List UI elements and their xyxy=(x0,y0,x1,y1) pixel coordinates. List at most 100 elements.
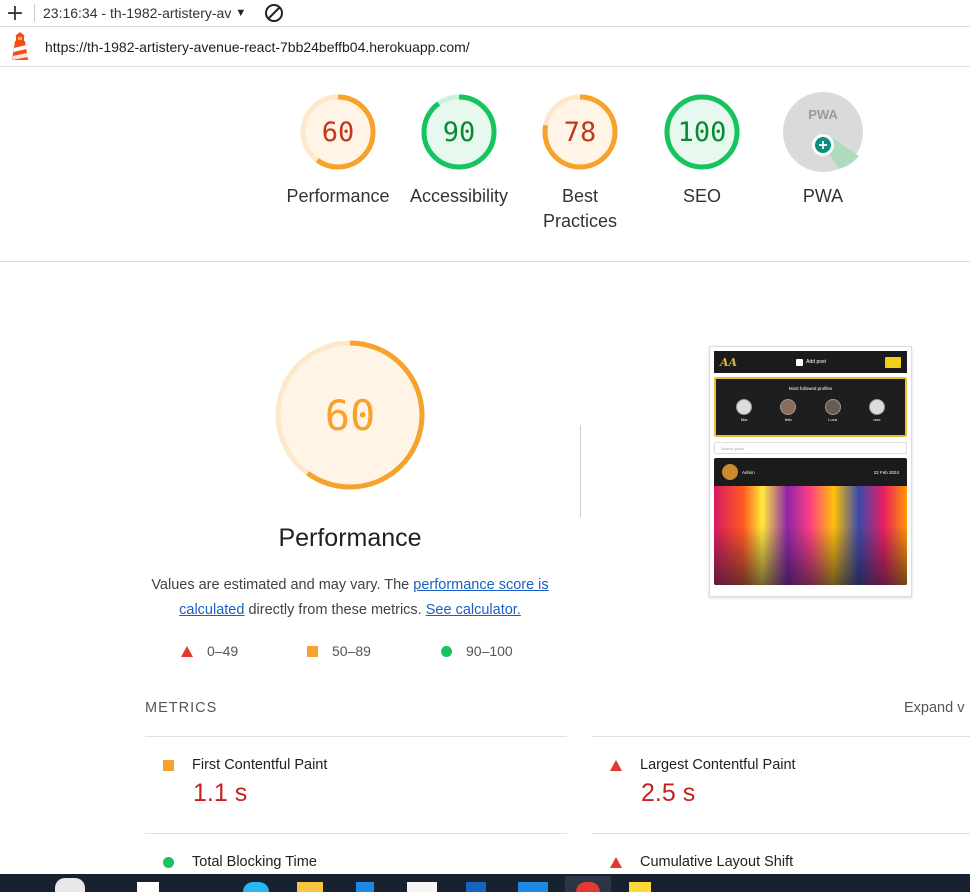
metric-divider xyxy=(592,736,970,737)
thumb-avatar-list: Mia felix Luca uwe xyxy=(716,399,905,422)
thumb-add-post-label: Add post xyxy=(806,359,826,365)
legend-range: 90–100 xyxy=(466,643,513,659)
performance-big-gauge: 60 xyxy=(270,340,430,495)
metric-tbt: Total Blocking Time xyxy=(162,854,317,870)
thumb-search-input: Search posts xyxy=(714,442,907,454)
red-triangle-icon xyxy=(610,856,622,868)
gauge-best-practices[interactable]: 78 Best Practices xyxy=(520,90,640,234)
thumb-post-date: 22 Feb 2024 xyxy=(873,469,899,475)
gauge-label: Accessibility xyxy=(409,186,509,206)
orange-square-icon xyxy=(307,645,318,657)
performance-title: Performance xyxy=(278,524,422,552)
avatar xyxy=(824,399,841,415)
thumb-avatar: Mia xyxy=(736,399,753,422)
final-screenshot-thumbnail[interactable]: AA Add post Most followed profiles Mia f… xyxy=(709,346,912,597)
legend-range: 50–89 xyxy=(332,643,371,659)
gauge-score: 100 xyxy=(677,116,727,148)
thumb-profiles-panel: Most followed profiles Mia felix Luca uw… xyxy=(714,377,907,437)
toolbar-separator xyxy=(34,4,35,22)
gauge-label: PWA xyxy=(802,186,844,206)
thumb-post-card: Admin 22 Feb 2024 xyxy=(714,458,907,585)
metric-name: Largest Contentful Paint xyxy=(640,757,796,773)
orange-square-icon xyxy=(162,759,174,771)
gauge-performance[interactable]: 60 Performance xyxy=(278,90,398,209)
thumb-add-post: Add post xyxy=(796,358,826,366)
report-selector-label: 23:16:34 - th-1982-artistery-av xyxy=(43,5,232,21)
taskbar-app-icon[interactable] xyxy=(297,882,323,892)
metric-name: Cumulative Layout Shift xyxy=(640,854,794,870)
gauge-score: 78 xyxy=(563,116,597,148)
avatar xyxy=(722,464,738,480)
avatar xyxy=(736,399,753,415)
metric-name: Total Blocking Time xyxy=(192,854,317,870)
thumb-avatar-name: felix xyxy=(784,417,792,422)
thumb-avatar-name: uwe xyxy=(873,417,881,422)
thumb-post-username: Admin xyxy=(742,469,755,475)
dropdown-caret-icon: ▼ xyxy=(235,7,247,19)
taskbar-app-icon[interactable] xyxy=(356,882,374,892)
taskbar-app-icon[interactable] xyxy=(576,882,600,892)
see-calculator-link[interactable]: See calculator. xyxy=(426,602,521,618)
taskbar-app-icon[interactable] xyxy=(137,882,159,892)
metric-value: 1.1 s xyxy=(193,779,248,807)
metric-value: 2.5 s xyxy=(641,779,696,807)
description-text: Values are estimated and may vary. The xyxy=(151,577,414,593)
gauge-label: Best Practices xyxy=(542,186,618,231)
thumb-navbar: AA Add post xyxy=(714,351,907,373)
plus-icon xyxy=(796,358,804,366)
metric-cls: Cumulative Layout Shift xyxy=(610,854,793,870)
thumb-profiles-title: Most followed profiles xyxy=(788,386,833,391)
gauge-pwa[interactable]: PWA PWA xyxy=(763,90,883,209)
taskbar-app-icon[interactable] xyxy=(466,882,486,892)
header-divider xyxy=(0,261,970,262)
taskbar-app-icon[interactable] xyxy=(243,882,269,892)
taskbar-app-icon[interactable] xyxy=(407,882,437,892)
green-circle-icon xyxy=(162,856,174,868)
thumb-avatar-name: Luca xyxy=(828,417,837,422)
thumb-hamburger-icon xyxy=(884,356,901,368)
legend-item-pass: 90–100 xyxy=(441,643,513,659)
metrics-heading: METRICS xyxy=(145,700,218,716)
metric-divider xyxy=(145,833,567,834)
thumb-post-user: Admin xyxy=(722,464,755,480)
metric-divider xyxy=(592,833,970,834)
report-selector[interactable]: 23:16:34 - th-1982-artistery-av ▼ xyxy=(43,5,246,21)
vertical-divider xyxy=(580,425,581,517)
thumb-avatar: uwe xyxy=(868,399,885,422)
metric-name: First Contentful Paint xyxy=(192,757,328,773)
avatar xyxy=(868,399,885,415)
gauge-score: 60 xyxy=(321,116,355,148)
description-text: directly from these metrics. xyxy=(244,602,426,618)
devtools-toolbar: + 23:16:34 - th-1982-artistery-av ▼ xyxy=(0,0,970,27)
report-url-bar: https://th-1982-artistery-avenue-react-7… xyxy=(0,28,970,67)
pwa-badge-icon: PWA xyxy=(783,92,863,172)
os-taskbar xyxy=(0,874,970,892)
clear-block-icon[interactable] xyxy=(264,3,284,23)
taskbar-app-icon[interactable] xyxy=(55,878,85,892)
thumb-logo: AA xyxy=(720,355,738,369)
score-legend: 0–49 50–89 90–100 xyxy=(0,643,970,665)
thumb-avatar: Luca xyxy=(824,399,841,422)
gauge-score: 90 xyxy=(442,116,476,148)
red-triangle-icon xyxy=(610,759,622,771)
thumb-post-image xyxy=(714,486,907,585)
lighthouse-logo-icon xyxy=(12,32,28,60)
audited-url[interactable]: https://th-1982-artistery-avenue-react-7… xyxy=(45,39,470,55)
metric-lcp: Largest Contentful Paint 2.5 s xyxy=(610,757,796,808)
legend-item-average: 50–89 xyxy=(307,643,371,659)
new-report-button[interactable]: + xyxy=(0,0,30,27)
taskbar-app-icon[interactable] xyxy=(518,882,548,892)
gauge-accessibility[interactable]: 90 Accessibility xyxy=(399,90,519,209)
expand-view-toggle[interactable]: Expand v xyxy=(904,700,964,716)
metric-fcp: First Contentful Paint 1.1 s xyxy=(162,757,327,808)
thumb-avatar: felix xyxy=(780,399,797,422)
performance-score: 60 xyxy=(324,390,376,440)
gauge-seo[interactable]: 100 SEO xyxy=(642,90,762,209)
pwa-badge-text: PWA xyxy=(808,107,838,122)
legend-item-fail: 0–49 xyxy=(181,643,238,659)
green-circle-icon xyxy=(441,645,452,657)
gauge-label: Performance xyxy=(286,186,390,206)
thumb-avatar-name: Mia xyxy=(740,417,748,422)
taskbar-app-icon[interactable] xyxy=(629,882,651,892)
thumb-post-header: Admin 22 Feb 2024 xyxy=(714,458,907,486)
